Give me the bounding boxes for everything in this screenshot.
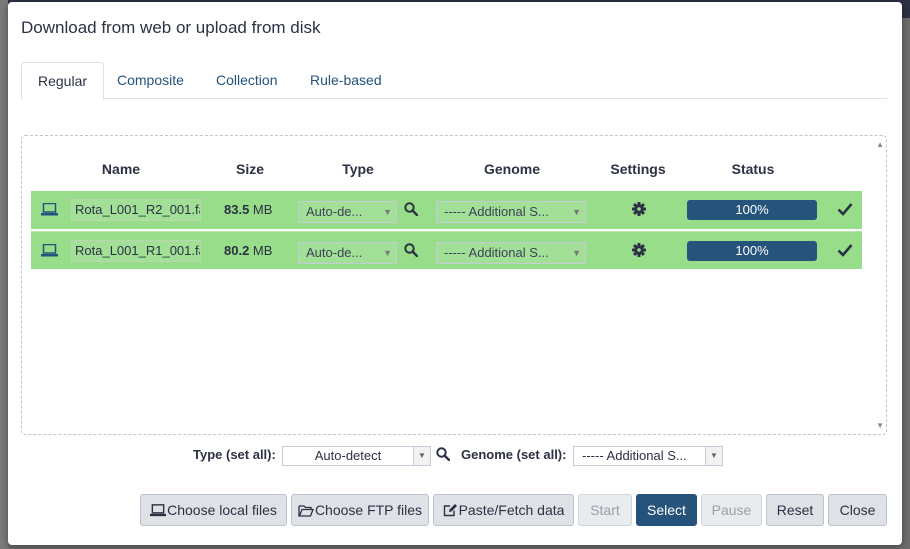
upload-progress-bar: 100% xyxy=(687,200,817,220)
start-button[interactable]: Start xyxy=(578,494,632,526)
select-button[interactable]: Select xyxy=(636,494,697,526)
genome-select-value: ----- Additional S... xyxy=(444,245,549,260)
genome-set-all-value: ----- Additional S... xyxy=(582,448,687,463)
tab-rule-based[interactable]: Rule-based xyxy=(294,62,398,99)
choose-local-files-label: Choose local files xyxy=(167,502,277,518)
gear-icon[interactable] xyxy=(632,202,646,216)
gear-icon[interactable] xyxy=(632,243,646,257)
reset-button[interactable]: Reset xyxy=(766,494,824,526)
choose-ftp-files-label: Choose FTP files xyxy=(314,502,423,518)
scroll-down-arrow-icon[interactable]: ▼ xyxy=(876,421,884,430)
tab-regular[interactable]: Regular xyxy=(21,62,105,100)
backdrop-page xyxy=(0,0,8,549)
genome-set-all-select[interactable]: ----- Additional S... ▼ xyxy=(573,446,723,466)
file-size: 80.2 MB xyxy=(224,243,272,258)
chevron-down-icon: ▼ xyxy=(383,207,392,217)
choose-local-files-button[interactable]: Choose local files xyxy=(140,494,287,526)
column-header-settings: Settings xyxy=(610,161,666,177)
tab-collection[interactable]: Collection xyxy=(200,62,293,99)
file-size: 83.5 MB xyxy=(224,202,272,217)
search-icon[interactable] xyxy=(404,202,418,216)
type-set-all-value: Auto-detect xyxy=(314,448,382,463)
scroll-up-arrow-icon[interactable]: ▲ xyxy=(876,140,884,149)
column-header-name: Name xyxy=(101,161,141,177)
laptop-icon xyxy=(41,203,58,216)
dialog-title: Download from web or upload from disk xyxy=(21,18,321,37)
genome-set-all-label: Genome (set all): xyxy=(461,447,567,462)
search-icon[interactable] xyxy=(404,243,418,257)
file-size-unit: MB xyxy=(249,243,273,258)
choose-ftp-files-button[interactable]: Choose FTP files xyxy=(291,494,429,526)
chevron-down-icon: ▼ xyxy=(572,207,581,217)
chevron-down-icon: ▼ xyxy=(572,248,581,258)
paste-fetch-data-label: Paste/Fetch data xyxy=(458,502,565,518)
tab-composite[interactable]: Composite xyxy=(101,62,200,99)
file-name-field[interactable]: Rota_L001_R2_001.fa xyxy=(71,199,201,221)
close-button[interactable]: Close xyxy=(828,494,887,526)
paste-fetch-data-button[interactable]: Paste/Fetch data xyxy=(433,494,574,526)
pause-button[interactable]: Pause xyxy=(701,494,762,526)
column-header-status: Status xyxy=(731,161,775,177)
upload-progress-bar: 100% xyxy=(687,241,817,261)
upload-row: Rota_L001_R2_001.fa 83.5 MB Auto-de... ▼ … xyxy=(31,191,862,229)
laptop-icon xyxy=(150,504,167,517)
chevron-down-icon: ▼ xyxy=(705,447,722,465)
file-size-value: 80.2 xyxy=(224,243,250,258)
type-select[interactable]: Auto-de... ▼ xyxy=(298,201,397,223)
genome-select[interactable]: ----- Additional S... ▼ xyxy=(436,242,586,264)
chevron-down-icon: ▼ xyxy=(383,248,392,258)
upload-dialog: Download from web or upload from disk Re… xyxy=(8,2,902,545)
column-header-type: Type xyxy=(342,161,374,177)
laptop-icon xyxy=(41,244,58,257)
upload-drop-area[interactable]: ▲ ▼ Name Size Type Genome Settings Statu… xyxy=(21,135,887,435)
file-size-value: 83.5 xyxy=(224,202,250,217)
column-header-genome: Genome xyxy=(483,161,541,177)
file-name-field[interactable]: Rota_L001_R1_001.fa xyxy=(71,240,201,262)
check-icon xyxy=(837,244,853,257)
folder-open-icon xyxy=(298,505,314,517)
check-icon xyxy=(837,203,853,216)
genome-select[interactable]: ----- Additional S... ▼ xyxy=(436,201,586,223)
edit-icon xyxy=(443,504,457,517)
type-select[interactable]: Auto-de... ▼ xyxy=(298,242,397,264)
upload-tabs: Regular Composite Collection Rule-based xyxy=(21,62,887,100)
genome-select-value: ----- Additional S... xyxy=(444,204,549,219)
type-select-value: Auto-de... xyxy=(306,245,363,260)
upload-row: Rota_L001_R1_001.fa 80.2 MB Auto-de... ▼ … xyxy=(31,231,862,269)
file-size-unit: MB xyxy=(249,202,273,217)
chevron-down-icon: ▼ xyxy=(413,447,430,465)
type-select-value: Auto-de... xyxy=(306,204,363,219)
search-icon[interactable] xyxy=(436,447,450,461)
type-set-all-select[interactable]: Auto-detect ▼ xyxy=(282,446,431,466)
type-set-all-label: Type (set all): xyxy=(193,447,276,462)
column-header-size: Size xyxy=(235,161,265,177)
